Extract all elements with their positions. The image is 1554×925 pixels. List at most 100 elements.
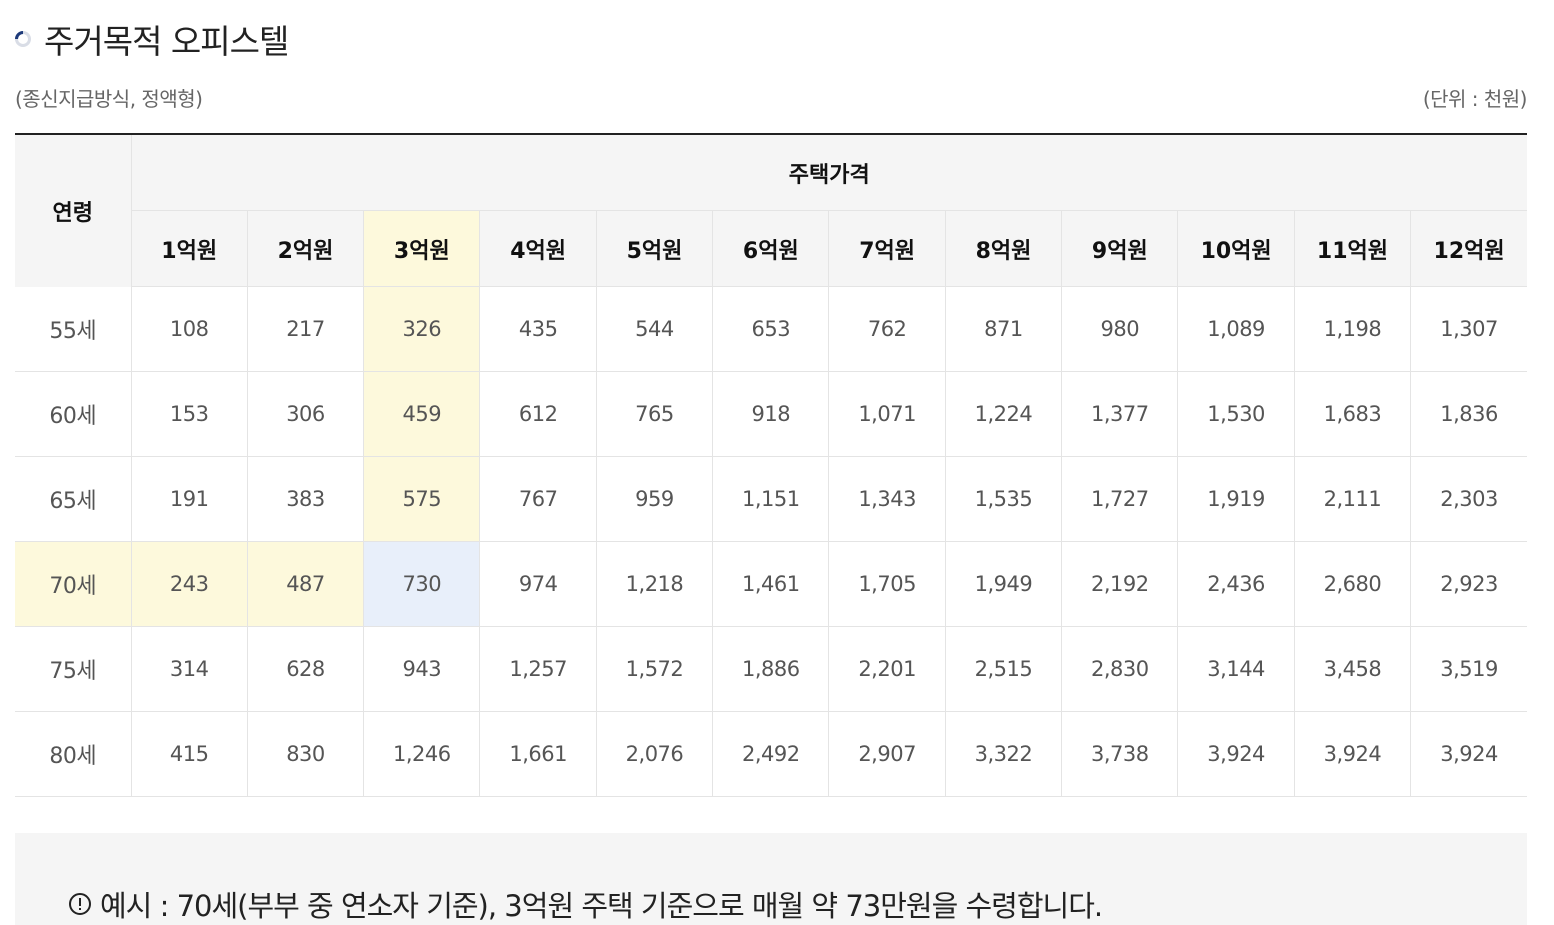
price-column-header: 10억원 xyxy=(1177,210,1295,287)
value-cell: 730 xyxy=(363,541,480,627)
payment-type-caption: (종신지급방식, 정액형) xyxy=(15,86,203,111)
value-cell: 1,224 xyxy=(944,371,1062,457)
price-column-header: 11억원 xyxy=(1293,210,1411,287)
value-cell: 830 xyxy=(246,711,364,797)
value-cell: 383 xyxy=(246,456,364,542)
value-cell: 1,836 xyxy=(1410,371,1528,457)
table-row: 80세 415 830 1,246 1,661 2,076 2,492 2,907 3,322 3… xyxy=(15,711,1528,797)
value-cell: 1,705 xyxy=(828,541,946,627)
value-cell: 3,924 xyxy=(1410,711,1528,797)
value-cell: 2,907 xyxy=(828,711,946,797)
value-cell: 2,515 xyxy=(944,626,1062,712)
value-cell: 2,830 xyxy=(1061,626,1178,712)
value-cell: 943 xyxy=(363,626,480,712)
value-cell: 959 xyxy=(595,456,713,542)
table-row: 65세 191 383 575 767 959 1,151 1,343 1,535 1,727 1,… xyxy=(15,456,1528,542)
value-cell: 3,458 xyxy=(1293,626,1411,712)
value-cell: 1,246 xyxy=(363,711,480,797)
value-cell: 1,343 xyxy=(828,456,946,542)
price-column-header: 1억원 xyxy=(130,210,248,287)
value-cell: 871 xyxy=(944,286,1062,372)
example-note: 예시 : 70세(부부 중 연소자 기준), 3억원 주택 기준으로 매월 약 … xyxy=(68,883,1103,925)
value-cell: 653 xyxy=(712,286,829,372)
price-column-header: 9억원 xyxy=(1061,210,1178,287)
value-cell: 2,680 xyxy=(1293,541,1411,627)
value-cell: 3,738 xyxy=(1061,711,1178,797)
price-column-header: 7억원 xyxy=(828,210,946,287)
value-cell: 2,076 xyxy=(595,711,713,797)
value-cell: 1,461 xyxy=(712,541,829,627)
value-cell: 1,218 xyxy=(595,541,713,627)
table-row: 70세 243 487 730 974 1,218 1,461 1,705 1,949 2,192… xyxy=(15,541,1528,627)
value-cell: 1,572 xyxy=(595,626,713,712)
exclamation-circle-icon xyxy=(69,893,91,915)
value-cell: 3,924 xyxy=(1177,711,1295,797)
price-header-row: 1억원 2억원 3억원 4억원 5억원 6억원 7억원 8억원 9억원 10억원 11억원 12억원 xyxy=(15,210,1528,287)
value-cell: 3,144 xyxy=(1177,626,1295,712)
value-cell: 459 xyxy=(363,371,480,457)
table-row: 75세 314 628 943 1,257 1,572 1,886 2,201 2,515 2,8… xyxy=(15,626,1528,712)
price-column-header: 8억원 xyxy=(944,210,1062,287)
value-cell: 1,530 xyxy=(1177,371,1295,457)
value-cell: 1,071 xyxy=(828,371,946,457)
value-cell: 314 xyxy=(130,626,248,712)
value-cell: 767 xyxy=(479,456,597,542)
price-column-header: 4억원 xyxy=(479,210,597,287)
value-cell: 918 xyxy=(712,371,829,457)
value-cell: 980 xyxy=(1061,286,1178,372)
value-cell: 974 xyxy=(479,541,597,627)
value-cell: 1,257 xyxy=(479,626,597,712)
value-cell: 628 xyxy=(246,626,364,712)
value-cell: 2,923 xyxy=(1410,541,1528,627)
age-cell: 60세 xyxy=(15,371,131,457)
price-column-header: 2억원 xyxy=(246,210,364,287)
value-cell: 415 xyxy=(130,711,248,797)
age-column-header: 연령 xyxy=(15,134,131,287)
value-cell: 612 xyxy=(479,371,597,457)
value-cell: 2,436 xyxy=(1177,541,1295,627)
example-note-box: 예시 : 70세(부부 중 연소자 기준), 3억원 주택 기준으로 매월 약 … xyxy=(15,833,1527,925)
page-title: 주거목적 오피스텔 xyxy=(44,22,289,61)
value-cell: 3,924 xyxy=(1293,711,1411,797)
pension-table-container: 연령 주택가격 1억원 2억원 3억원 4억원 5억원 6억원 7억원 8억원 9억원 10억원 1… xyxy=(15,133,1528,797)
value-cell: 544 xyxy=(595,286,713,372)
value-cell: 575 xyxy=(363,456,480,542)
value-cell: 762 xyxy=(828,286,946,372)
table-body: 55세 108 217 326 435 544 653 762 871 980 1,089 1,198… xyxy=(15,286,1528,797)
value-cell: 326 xyxy=(363,286,480,372)
section-header: 주거목적 오피스텔 xyxy=(14,16,289,62)
value-cell: 2,111 xyxy=(1293,456,1411,542)
value-cell: 243 xyxy=(130,541,248,627)
value-cell: 306 xyxy=(246,371,364,457)
loading-circle-icon xyxy=(15,31,31,47)
value-cell: 2,303 xyxy=(1410,456,1528,542)
value-cell: 153 xyxy=(130,371,248,457)
price-column-header: 6억원 xyxy=(712,210,829,287)
value-cell: 217 xyxy=(246,286,364,372)
price-column-header: 3억원 xyxy=(363,210,480,287)
value-cell: 108 xyxy=(130,286,248,372)
value-cell: 487 xyxy=(246,541,364,627)
value-cell: 1,661 xyxy=(479,711,597,797)
unit-caption: (단위 : 천원) xyxy=(1422,86,1528,111)
value-cell: 1,198 xyxy=(1293,286,1411,372)
price-column-header: 12억원 xyxy=(1410,210,1528,287)
age-cell: 80세 xyxy=(15,711,131,797)
price-column-header: 5억원 xyxy=(595,210,713,287)
value-cell: 3,322 xyxy=(944,711,1062,797)
value-cell: 1,535 xyxy=(944,456,1062,542)
value-cell: 191 xyxy=(130,456,248,542)
house-price-header: 주택가격 xyxy=(130,134,1528,211)
value-cell: 435 xyxy=(479,286,597,372)
age-cell: 70세 xyxy=(15,541,131,627)
table-row: 60세 153 306 459 612 765 918 1,071 1,224 1,377 1,53… xyxy=(15,371,1528,457)
value-cell: 3,519 xyxy=(1410,626,1528,712)
value-cell: 2,201 xyxy=(828,626,946,712)
example-note-text: 예시 : 70세(부부 중 연소자 기준), 3억원 주택 기준으로 매월 약 … xyxy=(100,889,1103,923)
value-cell: 1,919 xyxy=(1177,456,1295,542)
value-cell: 2,192 xyxy=(1061,541,1178,627)
age-cell: 55세 xyxy=(15,286,131,372)
age-cell: 75세 xyxy=(15,626,131,712)
table-row: 55세 108 217 326 435 544 653 762 871 980 1,089 1,198… xyxy=(15,286,1528,372)
value-cell: 1,949 xyxy=(944,541,1062,627)
